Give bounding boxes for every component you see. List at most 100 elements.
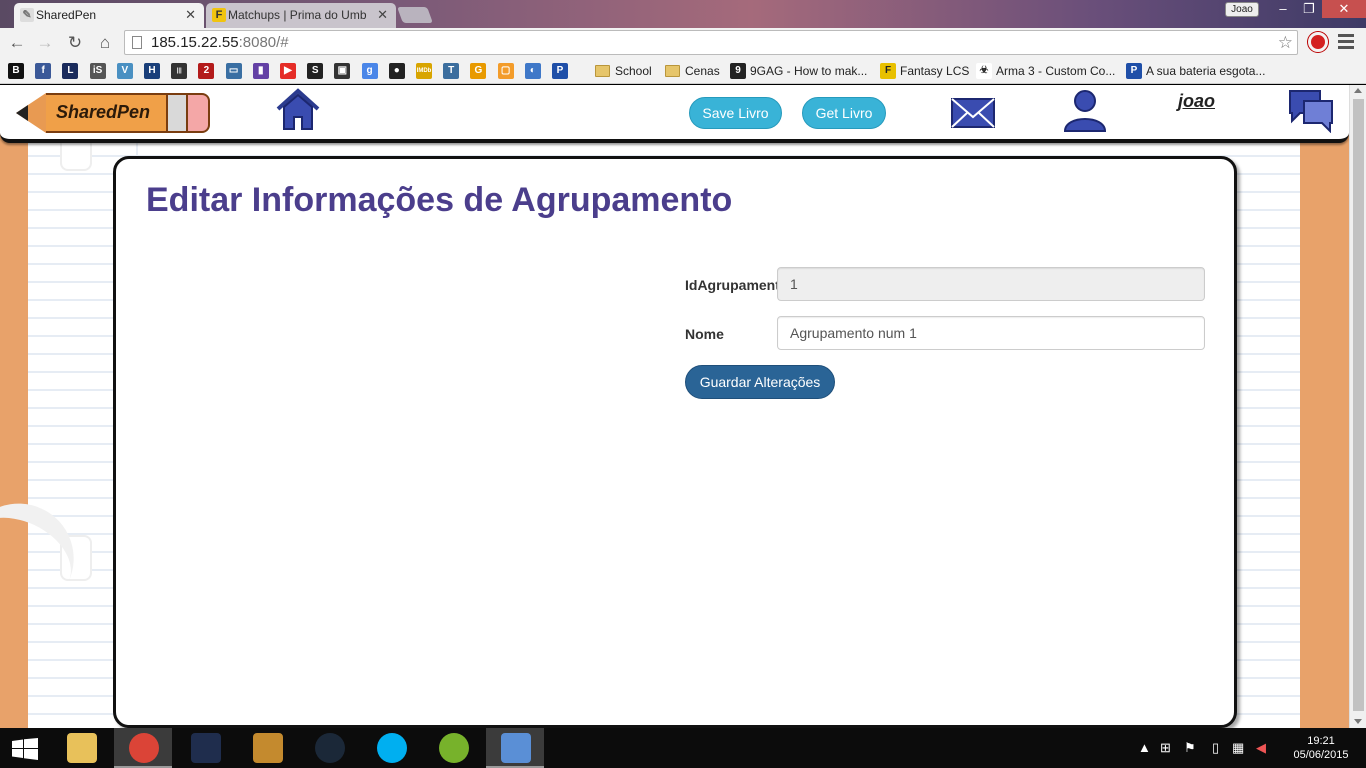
- back-icon[interactable]: ←: [6, 32, 28, 54]
- battery-icon[interactable]: ▯: [1212, 740, 1219, 756]
- bookmark-icon[interactable]: 2: [198, 63, 215, 79]
- bookmark-icon[interactable]: P: [552, 63, 568, 79]
- bookmark-icon[interactable]: ●: [388, 63, 405, 79]
- taskbar-app-chrome[interactable]: [114, 728, 172, 768]
- hearthstone-icon: [253, 733, 283, 763]
- bookmark-icon[interactable]: H: [144, 63, 160, 79]
- bookmark-icon[interactable]: IMDb: [416, 63, 432, 79]
- bookmark-icon[interactable]: S: [307, 63, 324, 79]
- volume-muted-icon[interactable]: ◀: [1256, 740, 1266, 756]
- taskbar-app-steam[interactable]: [300, 728, 358, 768]
- windows-icon[interactable]: ⊞: [1160, 740, 1171, 756]
- windows-start-icon[interactable]: [12, 738, 38, 760]
- p-site-icon: P: [1126, 63, 1142, 79]
- bookmarks-bar: Bf LiS V H ||| 2 ▭ ▮ ▶ S ▣ g ● IMDb T G ▢ ◐ P School Cenas…: [0, 58, 1366, 84]
- bookmark-icon[interactable]: L: [62, 63, 79, 79]
- steam-icon: [315, 733, 345, 763]
- bookmark-folder-school[interactable]: School: [595, 62, 652, 80]
- bookmark-icon[interactable]: B: [8, 63, 24, 79]
- address-path: :8080/#: [238, 34, 289, 51]
- bookmark-icon[interactable]: ▭: [225, 63, 242, 79]
- guardar-alteracoes-button[interactable]: Guardar Alterações: [685, 365, 835, 399]
- bookmark-icon[interactable]: ▶: [280, 63, 296, 79]
- maximize-button[interactable]: ❐: [1296, 0, 1322, 18]
- username-link[interactable]: joao: [1178, 91, 1215, 112]
- tab-matchups[interactable]: F Matchups | Prima do Umb ✕: [206, 3, 396, 28]
- tab-sharedpen[interactable]: ✎ SharedPen ✕: [14, 3, 204, 28]
- content-card: Editar Informações de Agrupamento IdAgru…: [113, 156, 1237, 728]
- bookmark-icon[interactable]: T: [443, 63, 460, 79]
- close-tab-icon[interactable]: ✕: [377, 3, 388, 27]
- id-agrupamento-input[interactable]: 1: [777, 267, 1205, 301]
- bookmark-icon[interactable]: iS: [89, 63, 106, 79]
- bookmark-icon[interactable]: f: [35, 63, 52, 79]
- chat-bubbles-icon[interactable]: [1286, 87, 1336, 133]
- bookmark-9gag[interactable]: 9 9GAG - How to mak...: [730, 62, 867, 80]
- bookmark-icon[interactable]: ▢: [497, 63, 514, 79]
- windows-taskbar: ▲ ⊞ ⚑ ▯ ▦ ◀ 19:21 05/06/2015: [0, 728, 1366, 768]
- bookmark-icon[interactable]: |||: [171, 63, 188, 79]
- bookmark-arma3[interactable]: ☣ Arma 3 - Custom Co...: [976, 62, 1115, 80]
- bookmark-star-icon[interactable]: ☆: [1278, 31, 1293, 54]
- bookmark-folder-cenas[interactable]: Cenas: [665, 62, 720, 80]
- reload-icon[interactable]: ↻: [64, 32, 86, 54]
- get-livro-button[interactable]: Get Livro: [802, 97, 886, 129]
- skype-icon: [377, 733, 407, 763]
- fantasy-favicon-icon: F: [212, 8, 226, 22]
- network-icon[interactable]: ▦: [1232, 740, 1244, 756]
- page-scrollbar[interactable]: [1349, 85, 1366, 728]
- tab-title: Matchups | Prima do Umb: [228, 8, 367, 22]
- bookmark-icon[interactable]: ▣: [334, 63, 351, 79]
- taskbar-app-utorrent[interactable]: [424, 728, 482, 768]
- close-tab-icon[interactable]: ✕: [185, 3, 196, 27]
- utorrent-icon: [439, 733, 469, 763]
- close-window-button[interactable]: ✕: [1322, 0, 1366, 18]
- bookmark-icon[interactable]: g: [361, 63, 378, 79]
- fantasy-lcs-icon: F: [880, 63, 896, 79]
- mail-icon[interactable]: [950, 93, 996, 133]
- action-center-flag-icon[interactable]: ⚑: [1184, 740, 1196, 756]
- scroll-down-arrow-icon[interactable]: [1354, 719, 1362, 724]
- tab-title: SharedPen: [36, 8, 97, 22]
- home-icon[interactable]: [274, 87, 322, 133]
- taskbar-app-file-explorer[interactable]: [52, 728, 110, 768]
- sharedpen-favicon-icon: ✎: [20, 8, 34, 22]
- save-livro-button[interactable]: Save Livro: [689, 97, 782, 129]
- taskbar-app-hearthstone[interactable]: [238, 728, 296, 768]
- bookmark-icon[interactable]: ▮: [252, 63, 269, 79]
- taskbar-app-paint[interactable]: [486, 728, 544, 768]
- folder-icon: [595, 65, 610, 77]
- nome-input[interactable]: Agrupamento num 1: [777, 316, 1205, 350]
- league-of-legends-icon: [191, 733, 221, 763]
- page-icon: [132, 36, 142, 49]
- nome-label: Nome: [685, 326, 724, 342]
- system-clock[interactable]: 19:21 05/06/2015: [1286, 734, 1356, 762]
- browser-toolbar: ← → ↻ ⌂ 185.15.22.55:8080/# ☆: [0, 28, 1366, 58]
- bookmark-icon[interactable]: V: [116, 63, 133, 79]
- bookmark-bateria[interactable]: P A sua bateria esgota...: [1126, 62, 1265, 80]
- extension-icon[interactable]: [1308, 32, 1328, 52]
- logo-text: SharedPen: [56, 102, 151, 122]
- bookmark-icon[interactable]: ◐: [524, 63, 541, 79]
- file-explorer-icon: [67, 733, 97, 763]
- scroll-up-arrow-icon[interactable]: [1354, 88, 1362, 93]
- forward-icon[interactable]: →: [34, 32, 56, 54]
- bookmark-label: Fantasy LCS: [900, 64, 970, 78]
- minimize-button[interactable]: –: [1270, 0, 1296, 18]
- bookmark-label: 9GAG - How to mak...: [750, 64, 868, 78]
- profile-badge[interactable]: Joao: [1225, 2, 1259, 17]
- tray-expand-icon[interactable]: ▲: [1138, 740, 1151, 755]
- address-bar[interactable]: 185.15.22.55:8080/# ☆: [124, 30, 1298, 55]
- scroll-thumb[interactable]: [1353, 99, 1364, 711]
- bookmark-icon[interactable]: G: [470, 63, 487, 79]
- taskbar-app-skype[interactable]: [362, 728, 420, 768]
- user-profile-icon[interactable]: [1060, 87, 1110, 135]
- home-icon[interactable]: ⌂: [94, 32, 116, 54]
- bookmark-fantasy-lcs[interactable]: F Fantasy LCS: [880, 62, 969, 80]
- taskbar-app-league-of-legends[interactable]: [176, 728, 234, 768]
- address-host: 185.15.22.55: [151, 34, 239, 51]
- new-tab-button[interactable]: [397, 7, 433, 23]
- sharedpen-logo[interactable]: SharedPen: [16, 89, 210, 137]
- chrome-menu-icon[interactable]: [1338, 34, 1354, 50]
- browser-titlebar: ✎ SharedPen ✕ F Matchups | Prima do Umb …: [0, 0, 1366, 28]
